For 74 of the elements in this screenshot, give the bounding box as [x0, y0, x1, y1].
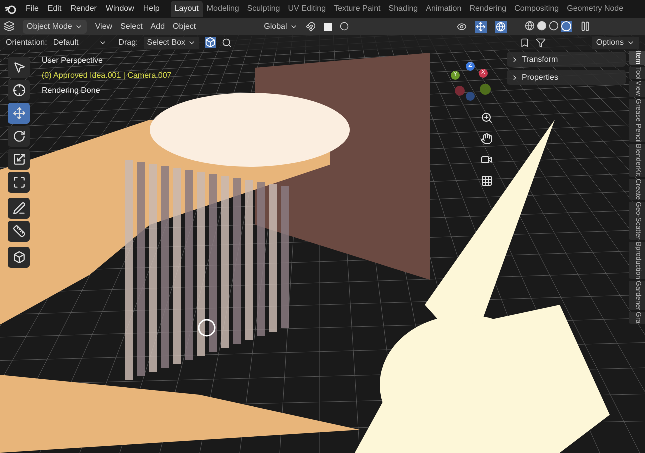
search-icon[interactable]: [222, 38, 232, 48]
tool-button[interactable]: [8, 57, 30, 78]
workspace-tab[interactable]: Rendering: [466, 1, 511, 17]
workspace-tab[interactable]: Shading: [384, 1, 422, 17]
tool-button[interactable]: [8, 198, 30, 219]
drag-dropdown[interactable]: Select Box: [144, 36, 199, 48]
header-menu[interactable]: Add: [150, 20, 166, 32]
menu-item[interactable]: Help: [143, 3, 160, 15]
app-logo-icon[interactable]: [4, 4, 17, 14]
workspace-tab[interactable]: Modeling: [202, 1, 244, 17]
options-dropdown[interactable]: Options: [592, 36, 639, 48]
transform-icon: [12, 176, 26, 189]
header-menu[interactable]: View: [95, 20, 113, 32]
tool-button[interactable]: [8, 149, 30, 170]
crosshair-icon: [12, 84, 26, 97]
workspace-tab[interactable]: Geometry Node: [563, 1, 628, 17]
transform-dropdown[interactable]: Global: [264, 20, 298, 32]
view-name-text: User Perspective: [42, 55, 104, 67]
workspace-tab[interactable]: Compositing: [510, 1, 564, 17]
rendered-shading-icon[interactable]: [561, 21, 572, 32]
workspace-tab[interactable]: Texture Paint: [330, 1, 385, 17]
pause-icon[interactable]: [580, 21, 592, 32]
solid-shading-icon[interactable]: [537, 21, 548, 31]
proportional-edit-icon[interactable]: [340, 22, 350, 31]
workspace-tab[interactable]: Layout: [170, 1, 203, 17]
orientation-dropdown[interactable]: Default: [53, 36, 107, 48]
render-status-text: Rendering Done: [42, 85, 102, 97]
wireframe-shading-icon[interactable]: [525, 21, 536, 31]
tool-button[interactable]: [8, 126, 30, 147]
select-mode-icon[interactable]: [204, 37, 216, 48]
add-cube-icon: [12, 251, 26, 264]
tool-button[interactable]: [8, 221, 30, 242]
select-box-tool-icon: [12, 61, 26, 74]
overlay-toggle-icon[interactable]: [495, 20, 508, 32]
move-arrows-icon: [12, 107, 26, 120]
workspace-tab[interactable]: Animation: [422, 1, 466, 17]
pen-icon: [12, 202, 26, 215]
header-menu[interactable]: Select: [120, 20, 143, 32]
menu-item[interactable]: Window: [106, 3, 134, 15]
tool-button[interactable]: [8, 103, 30, 124]
workspace-tab[interactable]: Sculpting: [243, 1, 284, 17]
scale-icon: [12, 153, 26, 166]
panel-title: Transform: [522, 54, 558, 66]
bookmark-icon[interactable]: [520, 38, 530, 48]
active-object-text: (0) Approved Idea.001 | Camera.007: [42, 70, 172, 82]
filter-icon[interactable]: [536, 38, 546, 48]
menu-item[interactable]: Render: [70, 3, 97, 15]
menu-item[interactable]: Edit: [48, 3, 62, 15]
mode-dropdown[interactable]: Object Mode: [23, 20, 88, 34]
collapsed-caret-icon: [511, 56, 519, 64]
ruler-icon: [12, 225, 26, 238]
material-shading-icon[interactable]: [549, 21, 560, 31]
orientation-label: Orientation:: [6, 36, 48, 48]
camera-icon[interactable]: [481, 154, 493, 166]
gizmo-toggle-icon[interactable]: [475, 20, 488, 32]
menu-item[interactable]: File: [26, 3, 39, 15]
tool-button[interactable]: [8, 172, 30, 193]
tool-button[interactable]: [8, 247, 30, 268]
collapsed-caret-icon: [511, 74, 519, 82]
rotate-icon: [12, 130, 26, 143]
panel-title: Properties: [522, 72, 558, 84]
tool-button[interactable]: [8, 80, 30, 101]
sidebar-panel-header[interactable]: Transform: [507, 52, 626, 67]
hand-icon[interactable]: [481, 133, 493, 145]
visibility-icon[interactable]: [457, 22, 468, 32]
workspace-tab[interactable]: UV Editing: [284, 1, 330, 17]
square-icon[interactable]: [324, 22, 332, 30]
header-menu[interactable]: Object: [173, 20, 196, 32]
drag-label: Drag:: [118, 36, 138, 48]
snap-icon[interactable]: [306, 22, 316, 32]
sidebar-panel-header[interactable]: Properties: [507, 70, 626, 85]
grid-icon[interactable]: [481, 175, 493, 187]
zoom-icon[interactable]: [481, 112, 493, 124]
editor-type-icon[interactable]: [4, 21, 15, 32]
